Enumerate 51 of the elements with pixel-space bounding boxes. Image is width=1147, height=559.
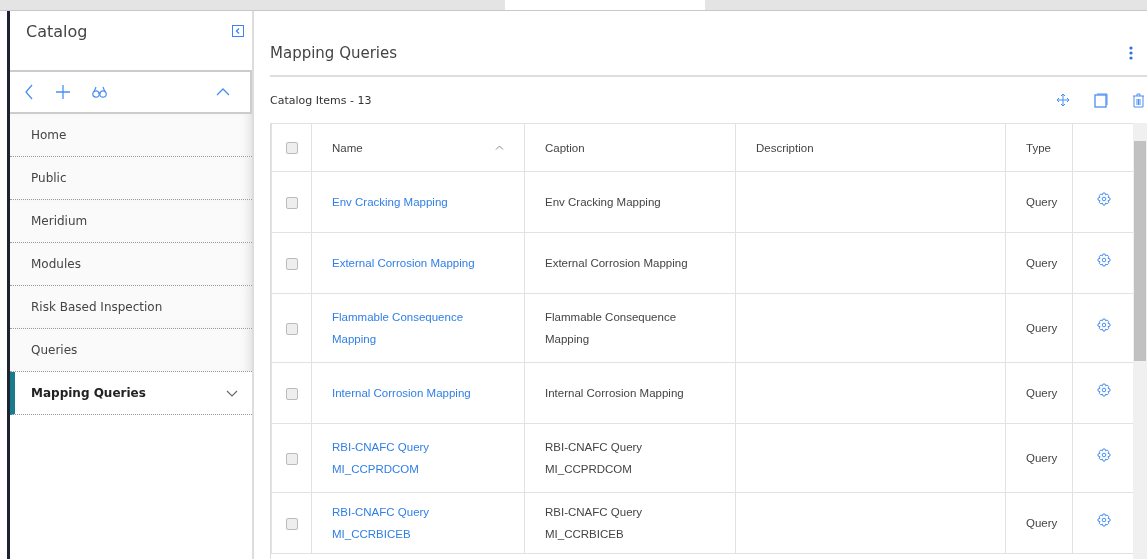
column-header[interactable]: Name [332, 136, 363, 159]
sidebar-item[interactable]: Queries [10, 329, 252, 372]
select-all-checkbox[interactable] [286, 142, 298, 155]
table-cell: Query [1026, 387, 1058, 399]
items-count: Catalog Items - 13 [270, 93, 372, 107]
column-header: Caption [545, 141, 585, 154]
back-icon[interactable] [24, 84, 34, 100]
add-icon[interactable] [56, 85, 70, 99]
settings-icon[interactable] [1096, 383, 1111, 397]
row-checkbox[interactable] [286, 257, 298, 270]
row-checkbox[interactable] [286, 196, 298, 209]
sidebar-item[interactable]: Home [10, 114, 252, 157]
sidebar-item[interactable]: Risk Based Inspection [10, 286, 252, 329]
table-cell: Query [1026, 322, 1058, 334]
settings-icon[interactable] [1096, 192, 1111, 206]
sort-ascending-icon[interactable] [495, 145, 504, 150]
table-cell: Env Cracking Mapping [545, 196, 661, 208]
copy-icon[interactable] [1094, 92, 1108, 108]
table-cell: RBI-CNAFC Query MI_CCPRDCOM [545, 441, 643, 475]
more-options-icon[interactable] [1129, 46, 1133, 60]
chevron-down-icon [226, 389, 238, 397]
table-cell: Query [1026, 517, 1058, 529]
trash-icon[interactable] [1132, 92, 1145, 108]
page-title: Mapping Queries [270, 44, 398, 62]
move-icon[interactable] [1056, 93, 1070, 107]
table-cell: Query [1026, 196, 1058, 208]
table-cell: Query [1026, 452, 1058, 464]
collapse-icon[interactable] [232, 25, 244, 37]
sidebar-item[interactable]: Modules [10, 243, 252, 286]
column-header: Description [756, 141, 814, 154]
table-cell: External Corrosion Mapping [545, 257, 688, 269]
settings-icon[interactable] [1096, 513, 1111, 527]
row-checkbox[interactable] [286, 517, 298, 530]
sidebar-title: Catalog [26, 22, 88, 41]
sidebar-item[interactable]: Meridium [10, 200, 252, 243]
binoculars-icon[interactable] [92, 86, 107, 98]
table-cell: Flammable Consequence Mapping [545, 311, 677, 345]
row-checkbox[interactable] [286, 452, 298, 465]
table-cell: Query [1026, 257, 1058, 269]
table-cell: RBI-CNAFC Query MI_CCRBICEB [545, 506, 643, 540]
settings-icon[interactable] [1096, 318, 1111, 332]
settings-icon[interactable] [1096, 253, 1111, 267]
chevron-up-icon[interactable] [216, 88, 230, 96]
settings-icon[interactable] [1096, 448, 1111, 462]
row-checkbox[interactable] [286, 387, 298, 400]
row-checkbox[interactable] [286, 322, 298, 335]
scrollbar[interactable] [1133, 123, 1147, 559]
sidebar-item[interactable]: Public [10, 157, 252, 200]
column-header: Type [1026, 141, 1051, 154]
sidebar-item[interactable]: Mapping Queries [10, 372, 252, 415]
table-cell: Internal Corrosion Mapping [545, 387, 684, 399]
